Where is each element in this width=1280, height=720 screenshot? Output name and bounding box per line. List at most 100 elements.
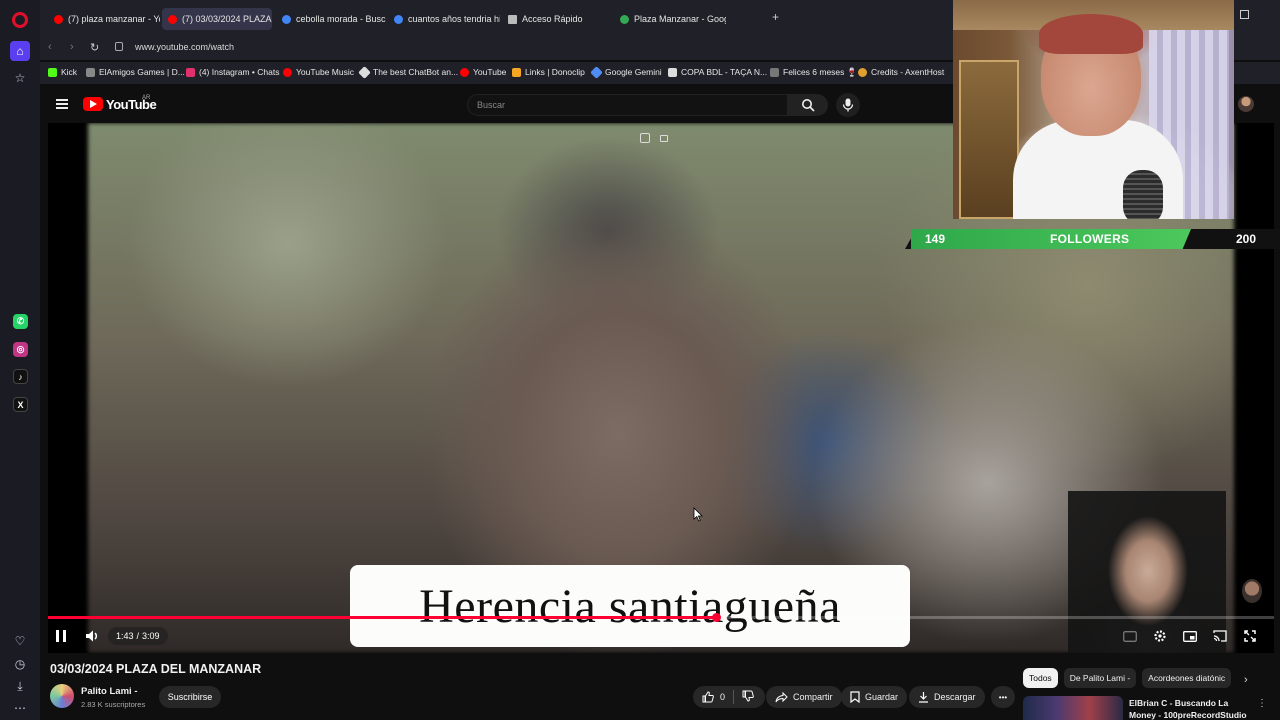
folder-icon: [770, 68, 779, 77]
bookmark-kick[interactable]: Kick: [48, 67, 77, 77]
webcam-person-hair: [1039, 14, 1143, 54]
bookmark-label: The best ChatBot an...: [373, 67, 459, 77]
current-time: 1:43: [116, 631, 134, 641]
chip-all[interactable]: Todos: [1023, 668, 1058, 688]
recommendation-menu-icon[interactable]: ⋮: [1257, 698, 1267, 709]
bookmark-youtube[interactable]: YouTube: [460, 67, 506, 77]
bookmark-label: Kick: [61, 67, 78, 77]
forward-icon[interactable]: ›: [70, 41, 74, 53]
youtube-icon: [460, 67, 469, 77]
tab-plaza-manzanar[interactable]: (7) plaza manzanar - YouT: [48, 8, 160, 30]
country-code: AR: [142, 95, 151, 101]
recommendation-thumbnail[interactable]: [1023, 696, 1123, 720]
reload-icon[interactable]: ↻: [90, 41, 99, 54]
bookmark-icon: [850, 691, 860, 703]
bookmark-label: (4) Instagram • Chats: [199, 67, 280, 77]
history-icon[interactable]: ◷: [10, 654, 30, 674]
fullscreen-icon: [1244, 630, 1256, 642]
tiktok-icon[interactable]: ♪: [13, 369, 28, 384]
subscriber-count: 2.83 K suscriptores: [81, 700, 146, 709]
volume-icon: [86, 630, 98, 642]
search-input[interactable]: [468, 95, 787, 115]
thumbs-down-icon: [742, 690, 754, 702]
bookmark-label: ElAmigos Games | D...: [99, 67, 185, 77]
heart-icon[interactable]: ♡: [10, 631, 30, 651]
subscribe-button[interactable]: Suscribirse: [159, 686, 221, 708]
bookmark-chatbot[interactable]: The best ChatBot an...: [358, 65, 459, 79]
tab-label: (7) 03/03/2024 PLAZA: [182, 14, 272, 24]
webcam-microphone: [1123, 170, 1163, 219]
like-button[interactable]: 0: [702, 691, 725, 703]
picture-in-picture-icon[interactable]: [640, 133, 650, 143]
opera-logo-icon[interactable]: [12, 12, 28, 28]
dislike-button[interactable]: [742, 690, 754, 704]
url-field[interactable]: www.youtube.com/watch: [135, 42, 234, 52]
player-controls: 1:43 / 3:09: [48, 625, 1274, 649]
cast-button[interactable]: [1212, 628, 1228, 644]
recommendation-title[interactable]: ElBrian C - Buscando La Money - 100preRe…: [1129, 697, 1254, 720]
end-screen-avatar[interactable]: [1242, 579, 1262, 603]
voice-search-button[interactable]: [836, 93, 860, 117]
tab-cebolla-morada[interactable]: cebolla morada - Buscar c: [276, 8, 386, 30]
search-button[interactable]: [788, 94, 828, 116]
more-actions-button[interactable]: •••: [991, 686, 1015, 708]
followers-current: 149: [925, 232, 946, 246]
chevron-right-icon[interactable]: ›: [1244, 674, 1248, 686]
download-icon[interactable]: ⤓: [10, 676, 30, 696]
bookmark-copa-bdl[interactable]: COPA BDL - TAÇA N...: [668, 67, 767, 77]
download-button[interactable]: Descargar: [909, 686, 985, 708]
more-icon[interactable]: ⋯: [10, 698, 30, 718]
channel-name[interactable]: Palito Lami -: [81, 686, 137, 697]
followers-goal: 200: [1236, 232, 1257, 246]
followers-label: FOLLOWERS: [1050, 232, 1130, 246]
instagram-icon[interactable]: ◎: [13, 342, 28, 357]
google-favicon-icon: [394, 14, 403, 24]
microphone-icon: [842, 98, 854, 112]
fullscreen-button[interactable]: [1242, 628, 1258, 644]
new-tab-icon[interactable]: +: [772, 11, 784, 23]
webcam-door: [959, 60, 1019, 219]
chip-from-channel[interactable]: De Palito Lami -: [1063, 668, 1137, 688]
bookmark-label: Google Gemini: [605, 67, 662, 77]
whatsapp-icon[interactable]: ✆: [13, 314, 28, 329]
restore-window-icon[interactable]: [1240, 10, 1249, 19]
camera-icon[interactable]: [660, 135, 668, 142]
save-button[interactable]: Guardar: [841, 686, 908, 708]
recommendation-chips: Todos De Palito Lami - Acordeones diatón…: [1023, 668, 1232, 688]
home-icon[interactable]: ⌂: [10, 41, 30, 61]
bookmark-elamigos[interactable]: ElAmigos Games | D...: [86, 67, 185, 77]
subtitles-button[interactable]: [1122, 628, 1138, 644]
download-label: Descargar: [934, 692, 976, 702]
share-button[interactable]: Compartir: [766, 686, 842, 708]
bookmark-axenthost[interactable]: Credits - AxentHost: [858, 67, 944, 77]
channel-avatar[interactable]: [50, 684, 74, 708]
youtube-favicon-icon: [168, 14, 177, 24]
ai-icon[interactable]: ☆: [10, 68, 30, 88]
time-display: 1:43 / 3:09: [108, 627, 168, 645]
tab-acceso-rapido[interactable]: Acceso Rápido: [502, 8, 612, 30]
tab-hitler-search[interactable]: cuantos años tendria hitle: [388, 8, 500, 30]
window-buttons: [1240, 10, 1249, 19]
volume-button[interactable]: [84, 628, 100, 644]
bookmark-felices[interactable]: Felices 6 meses 🍷: [770, 67, 857, 78]
bookmark-donoclip[interactable]: Links | Donoclip: [512, 67, 585, 77]
settings-button[interactable]: [1152, 628, 1168, 644]
chip-acordeones[interactable]: Acordeones diatónic: [1142, 668, 1232, 688]
thumbs-up-icon: [702, 691, 714, 703]
share-icon: [775, 691, 788, 702]
lock-icon: [115, 42, 123, 51]
miniplayer-icon: [1183, 630, 1197, 642]
bookmark-gemini[interactable]: Google Gemini: [590, 65, 662, 79]
pause-icon[interactable]: [56, 630, 66, 642]
menu-icon[interactable]: [56, 99, 68, 109]
x-icon[interactable]: X: [13, 397, 28, 412]
miniplayer-button[interactable]: [1182, 628, 1198, 644]
bookmark-youtube-music[interactable]: YouTube Music: [283, 67, 354, 77]
tab-google-maps[interactable]: Plaza Manzanar - Google: [614, 8, 726, 30]
user-avatar[interactable]: [1238, 96, 1254, 112]
bookmark-instagram[interactable]: (4) Instagram • Chats: [186, 67, 279, 77]
back-icon[interactable]: ‹: [48, 41, 52, 53]
kick-icon: [48, 67, 57, 77]
tab-video-active[interactable]: (7) 03/03/2024 PLAZA: [162, 8, 272, 30]
youtube-logo-icon[interactable]: [83, 97, 103, 111]
